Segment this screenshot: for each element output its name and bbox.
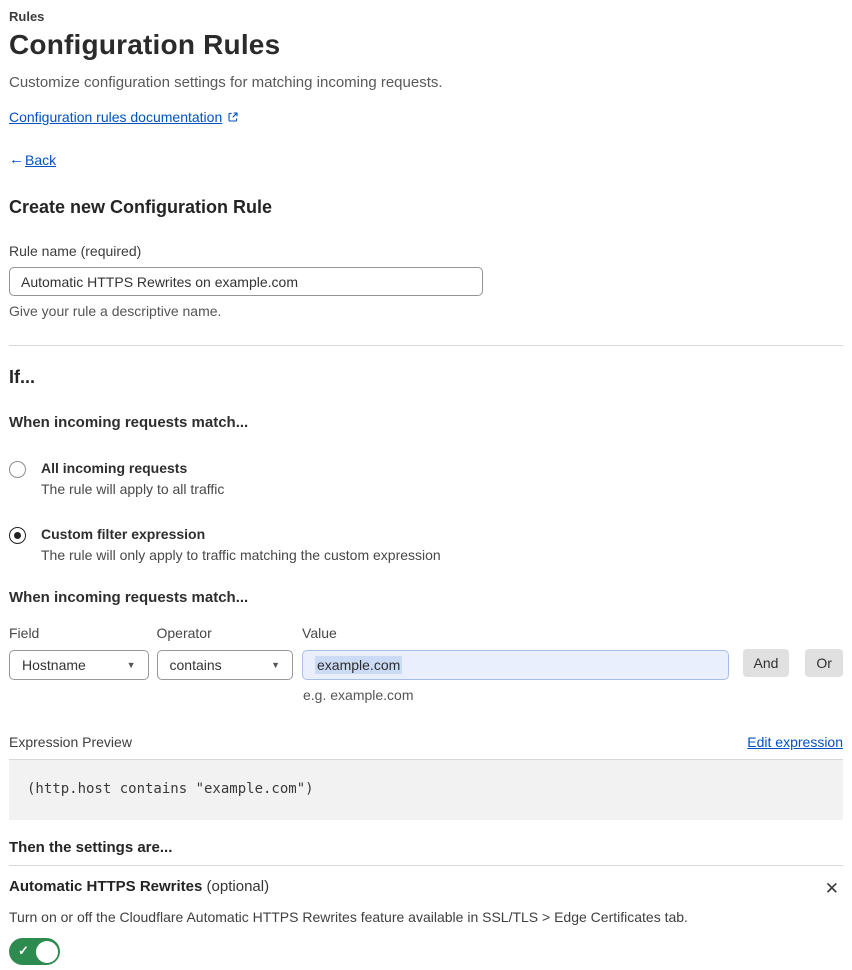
if-section-title: If... (9, 367, 35, 387)
operator-label: Operator (156, 625, 212, 641)
match-heading: When incoming requests match... (9, 414, 249, 431)
radio-all-incoming-requests[interactable]: All incoming requests The rule will appl… (9, 460, 843, 497)
field-select[interactable]: Hostname ▼ (9, 650, 149, 680)
check-icon: ✓ (18, 942, 29, 958)
value-input-text: example.com (315, 656, 403, 674)
page-title: Configuration Rules (9, 29, 281, 60)
setting-divider (9, 865, 843, 866)
back-link[interactable]: ← Back (9, 151, 843, 168)
value-label: Value (302, 625, 337, 641)
automatic-https-rewrites-toggle[interactable]: ✓ (9, 938, 60, 965)
field-select-value: Hostname (22, 657, 86, 673)
create-rule-title: Create new Configuration Rule (9, 197, 273, 217)
radio-label: All incoming requests (41, 460, 188, 476)
external-link-icon (227, 110, 239, 126)
rule-name-input[interactable] (9, 267, 483, 296)
radio-button-icon[interactable] (9, 461, 26, 478)
then-settings-title: Then the settings are... (9, 839, 173, 856)
documentation-link[interactable]: Configuration rules documentation (9, 109, 222, 125)
expression-preview-code: (http.host contains "example.com") (9, 759, 843, 820)
rule-name-label: Rule name (required) (9, 243, 142, 259)
operator-select[interactable]: contains ▼ (156, 650, 294, 680)
section-divider (9, 345, 843, 346)
toggle-knob (35, 940, 58, 963)
radio-description: The rule will only apply to traffic matc… (41, 547, 441, 563)
back-arrow-icon: ← (9, 151, 24, 168)
radio-button-icon[interactable] (9, 527, 26, 544)
field-label: Field (9, 625, 40, 641)
operator-select-value: contains (169, 657, 222, 673)
setting-name: Automatic HTTPS Rewrites (9, 878, 203, 895)
breadcrumb: Rules (9, 9, 45, 24)
and-button[interactable]: And (742, 649, 790, 677)
rule-name-help: Give your rule a descriptive name. (9, 303, 222, 319)
close-icon[interactable]: ✕ (821, 878, 843, 899)
setting-optional-tag: (optional) (206, 878, 270, 895)
expression-preview-label: Expression Preview (9, 734, 132, 750)
filter-heading: When incoming requests match... (9, 589, 249, 606)
chevron-down-icon: ▼ (271, 660, 281, 670)
configuration-rules-page: Rules Configuration Rules Customize conf… (0, 0, 852, 970)
or-button[interactable]: Or (805, 649, 843, 677)
value-input[interactable]: example.com (302, 650, 729, 680)
value-help-text: e.g. example.com (303, 687, 414, 703)
page-subtitle: Customize configuration settings for mat… (9, 74, 443, 91)
radio-label: Custom filter expression (41, 526, 206, 542)
radio-description: The rule will apply to all traffic (41, 481, 225, 497)
back-label: Back (25, 151, 57, 168)
setting-description: Turn on or off the Cloudflare Automatic … (9, 909, 688, 925)
radio-custom-filter-expression[interactable]: Custom filter expression The rule will o… (9, 526, 843, 563)
setting-title: Automatic HTTPS Rewrites (optional) (9, 878, 269, 895)
edit-expression-link[interactable]: Edit expression (747, 734, 843, 750)
chevron-down-icon: ▼ (126, 660, 136, 670)
